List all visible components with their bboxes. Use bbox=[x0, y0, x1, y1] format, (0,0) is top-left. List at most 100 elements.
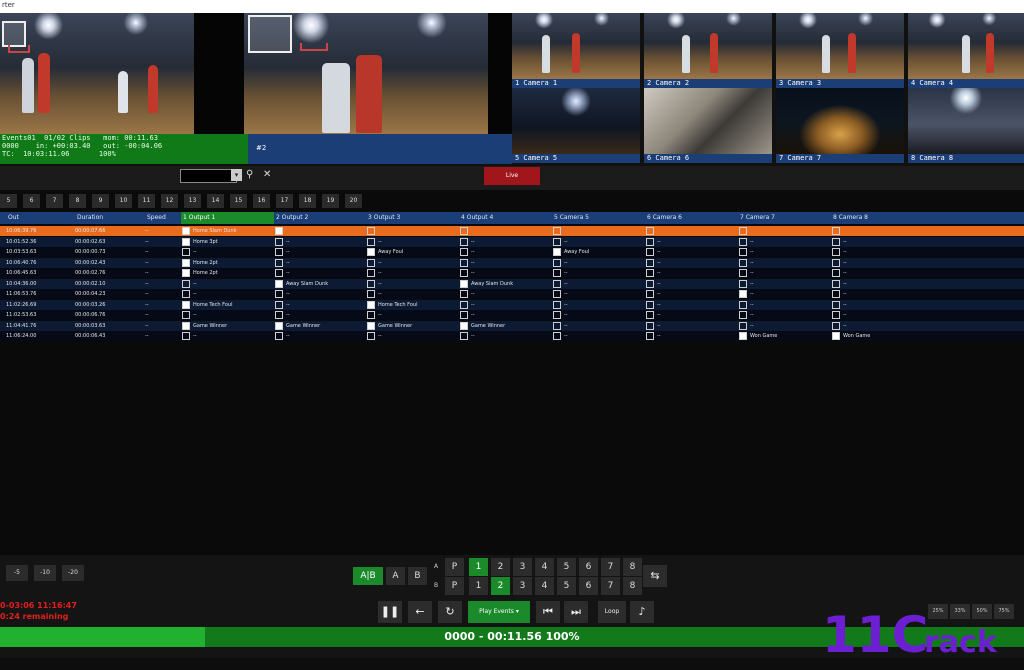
row-checkbox[interactable] bbox=[739, 248, 747, 256]
pause-icon[interactable]: ❚❚ bbox=[378, 601, 402, 623]
row-checkbox[interactable] bbox=[553, 311, 561, 319]
page-button[interactable]: 8 bbox=[69, 194, 86, 208]
row-checkbox[interactable] bbox=[460, 321, 468, 330]
row-checkbox[interactable] bbox=[739, 300, 747, 309]
row-checkbox[interactable] bbox=[367, 321, 375, 330]
row-checkbox[interactable] bbox=[460, 258, 468, 267]
camera-3-video[interactable] bbox=[776, 13, 904, 79]
table-row[interactable]: 11:02:26.69 00:00:03.26 -- Home Tech Foul --… bbox=[0, 299, 1024, 310]
row-checkbox[interactable] bbox=[553, 269, 561, 277]
row-b-key-4[interactable]: 4 bbox=[535, 577, 554, 595]
skip-next-icon[interactable]: ⏭ bbox=[564, 601, 588, 623]
row-checkbox[interactable] bbox=[182, 279, 190, 288]
table-row[interactable]: 10:03:53.63 00:00:00.73 -- -- -- Away Foul -- A… bbox=[0, 247, 1024, 257]
row-b-key-1[interactable]: 1 bbox=[469, 577, 488, 595]
row-checkbox[interactable] bbox=[832, 290, 840, 298]
page-button[interactable]: 9 bbox=[92, 194, 109, 208]
row-checkbox[interactable] bbox=[646, 290, 654, 298]
row-b-key-8[interactable]: 8 bbox=[623, 577, 642, 595]
row-checkbox[interactable] bbox=[739, 332, 747, 340]
row-checkbox[interactable] bbox=[646, 300, 654, 309]
table-row[interactable]: 11:02:53.63 00:00:06.76 -- -- -- -- -- -- -- -- -- bbox=[0, 310, 1024, 320]
row-checkbox[interactable] bbox=[367, 237, 375, 246]
page-button[interactable]: 19 bbox=[322, 194, 339, 208]
play-events-button[interactable]: Play Events ▾ bbox=[468, 601, 530, 623]
row-checkbox[interactable] bbox=[367, 269, 375, 277]
page-button[interactable]: 17 bbox=[276, 194, 293, 208]
row-a-key-4[interactable]: 4 bbox=[535, 558, 554, 576]
row-checkbox[interactable] bbox=[275, 248, 283, 256]
column-header[interactable]: 1 Output 1 bbox=[181, 212, 274, 224]
row-checkbox[interactable] bbox=[553, 237, 561, 246]
row-b-key-3[interactable]: 3 bbox=[513, 577, 532, 595]
row-checkbox[interactable] bbox=[275, 258, 283, 267]
row-checkbox[interactable] bbox=[460, 279, 468, 288]
camera-7-video[interactable] bbox=[776, 88, 904, 154]
row-checkbox[interactable] bbox=[739, 227, 747, 235]
row-checkbox[interactable] bbox=[275, 300, 283, 309]
row-checkbox[interactable] bbox=[460, 227, 468, 235]
camera-6-video[interactable] bbox=[644, 88, 772, 154]
page-button[interactable]: 12 bbox=[161, 194, 178, 208]
page-button[interactable]: 18 bbox=[299, 194, 316, 208]
row-checkbox[interactable] bbox=[832, 258, 840, 267]
row-checkbox[interactable] bbox=[553, 279, 561, 288]
row-b-key-6[interactable]: 6 bbox=[579, 577, 598, 595]
table-row[interactable]: 11:04:41.76 00:00:03.63 -- Game Winner Game … bbox=[0, 320, 1024, 331]
column-header[interactable]: 3 Output 3 bbox=[366, 212, 459, 224]
row-checkbox[interactable] bbox=[832, 248, 840, 256]
row-checkbox[interactable] bbox=[646, 311, 654, 319]
row-checkbox[interactable] bbox=[182, 237, 190, 246]
row-checkbox[interactable] bbox=[182, 227, 190, 235]
row-checkbox[interactable] bbox=[646, 227, 654, 235]
nudge-button[interactable]: -5 bbox=[6, 565, 28, 581]
table-row[interactable]: 10:01:52.36 00:00:02.63 -- Home 3pt -- -- -- --… bbox=[0, 236, 1024, 247]
page-button[interactable]: 14 bbox=[207, 194, 224, 208]
row-checkbox[interactable] bbox=[182, 290, 190, 298]
column-header[interactable]: 5 Camera 5 bbox=[552, 212, 645, 224]
row-checkbox[interactable] bbox=[275, 332, 283, 340]
page-button[interactable]: 20 bbox=[345, 194, 362, 208]
row-checkbox[interactable] bbox=[553, 258, 561, 267]
row-checkbox[interactable] bbox=[646, 269, 654, 277]
row-checkbox[interactable] bbox=[275, 237, 283, 246]
camera-5-video[interactable] bbox=[512, 88, 640, 154]
row-checkbox[interactable] bbox=[275, 321, 283, 330]
row-checkbox[interactable] bbox=[367, 290, 375, 298]
row-checkbox[interactable] bbox=[367, 300, 375, 309]
row-checkbox[interactable] bbox=[739, 279, 747, 288]
x-icon[interactable]: ✕ bbox=[263, 169, 271, 181]
table-row[interactable]: 11:06:24.00 00:00:06.43 -- -- -- -- -- -- -- Won … bbox=[0, 331, 1024, 341]
program-video[interactable] bbox=[244, 13, 512, 134]
row-checkbox[interactable] bbox=[832, 237, 840, 246]
row-checkbox[interactable] bbox=[739, 269, 747, 277]
column-header[interactable]: 7 Camera 7 bbox=[738, 212, 831, 224]
row-checkbox[interactable] bbox=[460, 300, 468, 309]
loop-button[interactable]: Loop bbox=[598, 601, 626, 623]
row-checkbox[interactable] bbox=[646, 248, 654, 256]
row-checkbox[interactable] bbox=[832, 321, 840, 330]
column-header[interactable]: 2 Output 2 bbox=[274, 212, 366, 224]
table-row[interactable]: 11:06:53.76 00:00:04.23 -- -- -- -- -- -- -- -- -- bbox=[0, 289, 1024, 299]
row-checkbox[interactable] bbox=[367, 258, 375, 267]
row-checkbox[interactable] bbox=[646, 258, 654, 267]
row-a-key-8[interactable]: 8 bbox=[623, 558, 642, 576]
row-checkbox[interactable] bbox=[739, 321, 747, 330]
row-a-key-7[interactable]: 7 bbox=[601, 558, 620, 576]
row-checkbox[interactable] bbox=[275, 227, 283, 235]
music-note-icon[interactable]: ♪ bbox=[630, 601, 654, 623]
nudge-button[interactable]: -10 bbox=[34, 565, 56, 581]
row-a-key-3[interactable]: 3 bbox=[513, 558, 532, 576]
row-checkbox[interactable] bbox=[739, 311, 747, 319]
row-checkbox[interactable] bbox=[832, 269, 840, 277]
column-header[interactable]: 8 Camera 8 bbox=[831, 212, 1024, 224]
row-checkbox[interactable] bbox=[832, 332, 840, 340]
row-b-key-5[interactable]: 5 bbox=[557, 577, 576, 595]
row-checkbox[interactable] bbox=[275, 279, 283, 288]
page-button[interactable]: 5 bbox=[0, 194, 17, 208]
table-row[interactable]: 10:06:39.76 00:00:07.66 -- Home Slam Dunk bbox=[0, 226, 1024, 236]
row-checkbox[interactable] bbox=[646, 332, 654, 340]
preview-a-video[interactable] bbox=[0, 13, 194, 134]
row-checkbox[interactable] bbox=[367, 248, 375, 256]
back-arrow-icon[interactable]: ← bbox=[408, 601, 432, 623]
